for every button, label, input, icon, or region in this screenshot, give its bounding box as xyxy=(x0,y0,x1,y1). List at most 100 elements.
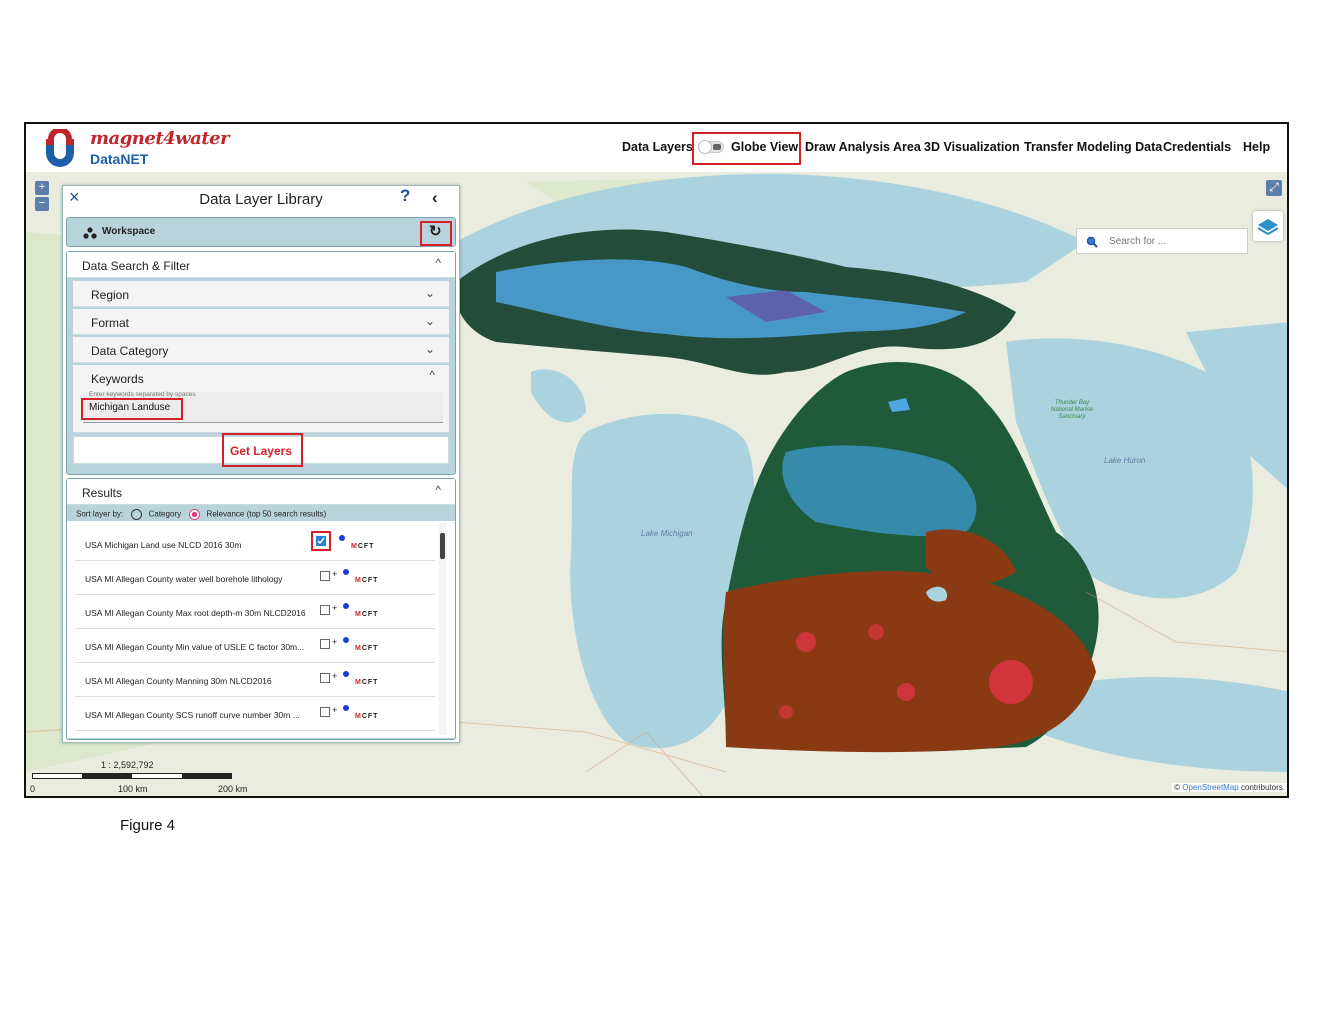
figure-caption: Figure 4 xyxy=(120,817,176,834)
layer-switcher-button[interactable] xyxy=(1253,211,1283,241)
result-item[interactable]: USA MI Allegan County Max root depth-m 3… xyxy=(75,595,435,629)
filter-data-category[interactable]: Data Category ⌄ xyxy=(73,337,449,363)
label-lake-michigan: Lake Michigan xyxy=(641,529,693,538)
results-header[interactable]: Results ^ xyxy=(67,479,455,505)
label-lake-huron: Lake Huron xyxy=(1104,456,1146,465)
data-search-filter-header[interactable]: Data Search & Filter ^ xyxy=(67,252,455,278)
nav-globe-view[interactable]: Globe View xyxy=(731,124,798,172)
format-tags: MCFT xyxy=(355,679,379,686)
result-item[interactable]: USA MI Allegan County water well borehol… xyxy=(75,561,435,595)
nav-credentials[interactable]: Credentials xyxy=(1163,124,1231,172)
add-layer-checkbox[interactable] xyxy=(320,673,330,683)
data-search-filter-section: Data Search & Filter ^ Region ⌄ Format ⌄… xyxy=(66,251,456,475)
chevron-down-icon: ⌄ xyxy=(424,342,435,356)
filter-format-label: Format xyxy=(91,316,130,330)
add-layer-checkbox[interactable] xyxy=(320,707,330,717)
plus-icon: + xyxy=(332,637,338,647)
sort-category-label: Category xyxy=(148,509,182,519)
sort-label: Sort layer by: xyxy=(76,509,124,519)
results-scrollbar[interactable] xyxy=(439,523,447,735)
filter-region[interactable]: Region ⌄ xyxy=(73,281,449,307)
sort-category-radio[interactable] xyxy=(131,509,143,520)
toggle-knob xyxy=(698,140,712,154)
globe-view-toggle[interactable] xyxy=(698,140,724,154)
panel-header: × Data Layer Library ? ‹ xyxy=(63,186,459,214)
top-navigation-bar: magnet4water DataNET Data Layers Globe V… xyxy=(26,124,1287,172)
get-layers-button[interactable]: Get Layers xyxy=(74,444,448,458)
data-layer-library-panel: × Data Layer Library ? ‹ Workspace ↻ Dat… xyxy=(62,185,460,743)
layers-icon xyxy=(1257,219,1279,236)
add-layer-checkbox[interactable] xyxy=(320,571,330,581)
workspace-label: Workspace xyxy=(102,226,156,237)
check-icon xyxy=(317,537,325,545)
results-list[interactable]: USA Michigan Land use NLCD 2016 30m MCFT… xyxy=(67,521,455,738)
refresh-icon[interactable]: ↻ xyxy=(429,222,442,240)
zoom-out-button[interactable]: − xyxy=(35,197,49,211)
result-item[interactable]: USA MI Allegan County Min value of USLE … xyxy=(75,629,435,663)
result-item[interactable]: USA MI Allegan County Manning 30m NLCD20… xyxy=(75,663,435,697)
format-tags: MCFT xyxy=(355,645,379,652)
info-dot-icon[interactable] xyxy=(343,603,349,609)
fullscreen-icon[interactable]: ⤢ xyxy=(1266,180,1282,196)
result-item-name: USA Michigan Land use NLCD 2016 30m xyxy=(85,540,242,550)
plus-icon: + xyxy=(332,671,338,681)
filter-region-label: Region xyxy=(91,288,130,302)
info-dot-icon[interactable] xyxy=(343,705,349,711)
result-item[interactable]: USA MI Allegan County SCS runoff curve n… xyxy=(75,697,435,731)
search-icon xyxy=(1086,236,1098,248)
result-item[interactable]: USA Michigan Land use NLCD 2016 30m MCFT xyxy=(75,527,435,561)
add-layer-checkbox[interactable] xyxy=(320,639,330,649)
format-tags: MCFT xyxy=(355,577,379,584)
nav-3d-visualization[interactable]: 3D Visualization xyxy=(924,124,1020,172)
nav-data-layers[interactable]: Data Layers xyxy=(622,124,693,172)
map-search-box[interactable]: Search for ... xyxy=(1076,228,1248,254)
result-item-name: USA MI Allegan County water well borehol… xyxy=(85,574,283,584)
label-thunder-bay: Thunder Bay National Marine Sanctuary xyxy=(1050,400,1094,420)
chevron-down-icon: ⌄ xyxy=(424,314,435,328)
results-section: Results ^ Sort layer by: Category Releva… xyxy=(66,478,456,740)
info-dot-icon[interactable] xyxy=(339,535,345,541)
data-search-filter-label: Data Search & Filter xyxy=(82,259,191,273)
zoom-in-button[interactable]: + xyxy=(35,181,49,195)
scale-tick-0: 0 xyxy=(30,784,36,794)
format-tags: MCFT xyxy=(355,611,379,618)
result-item-name: USA MI Allegan County Max root depth-m 3… xyxy=(85,608,306,618)
workspace-icon xyxy=(83,227,97,239)
sort-relevance-radio[interactable] xyxy=(189,509,201,520)
format-tags: MCFT xyxy=(355,713,379,720)
magnet-logo-icon[interactable] xyxy=(40,129,80,169)
add-layer-checkbox[interactable] xyxy=(320,605,330,615)
collapse-panel-icon[interactable]: ‹ xyxy=(432,188,438,208)
map-attribution: © OpenStreetMap contributors. xyxy=(1172,783,1287,792)
openstreetmap-link[interactable]: OpenStreetMap xyxy=(1182,783,1238,792)
sort-relevance-label: Relevance (top 50 search results) xyxy=(206,509,327,519)
nav-help[interactable]: Help xyxy=(1243,124,1270,172)
attribution-prefix: © xyxy=(1174,783,1181,792)
info-dot-icon[interactable] xyxy=(343,671,349,677)
results-label: Results xyxy=(82,486,123,500)
scrollbar-thumb[interactable] xyxy=(440,533,445,559)
map-view[interactable]: Lake Michigan Lake Huron Thunder Bay Nat… xyxy=(26,172,1287,796)
plus-icon: + xyxy=(332,705,338,715)
result-item-name: USA MI Allegan County SCS runoff curve n… xyxy=(85,710,300,720)
workspace-section[interactable]: Workspace ↻ xyxy=(66,217,456,247)
help-icon[interactable]: ? xyxy=(400,186,410,206)
nav-draw-analysis-area[interactable]: Draw Analysis Area xyxy=(805,124,921,172)
nav-transfer-modeling-data[interactable]: Transfer Modeling Data xyxy=(1024,124,1162,172)
brand-subtitle: DataNET xyxy=(90,151,149,167)
scale-ratio: 1 : 2,592,792 xyxy=(101,760,154,770)
filter-format[interactable]: Format ⌄ xyxy=(73,309,449,335)
filter-keywords[interactable]: Keywords ^ Enter keywords separated by s… xyxy=(73,365,449,433)
scale-bar xyxy=(32,773,232,779)
info-dot-icon[interactable] xyxy=(343,637,349,643)
plus-icon: + xyxy=(332,603,338,613)
format-tags: MCFT xyxy=(351,543,375,550)
filter-data-category-label: Data Category xyxy=(91,344,169,358)
add-layer-checkbox[interactable] xyxy=(316,536,326,546)
brand-name: magnet4water xyxy=(90,128,230,149)
chevron-up-icon: ^ xyxy=(435,483,441,497)
keywords-input[interactable]: Enter keywords separated by spaces Michi… xyxy=(81,391,443,423)
info-dot-icon[interactable] xyxy=(343,569,349,575)
result-item-name: USA MI Allegan County Manning 30m NLCD20… xyxy=(85,676,272,686)
toggle-indicator xyxy=(713,144,721,150)
